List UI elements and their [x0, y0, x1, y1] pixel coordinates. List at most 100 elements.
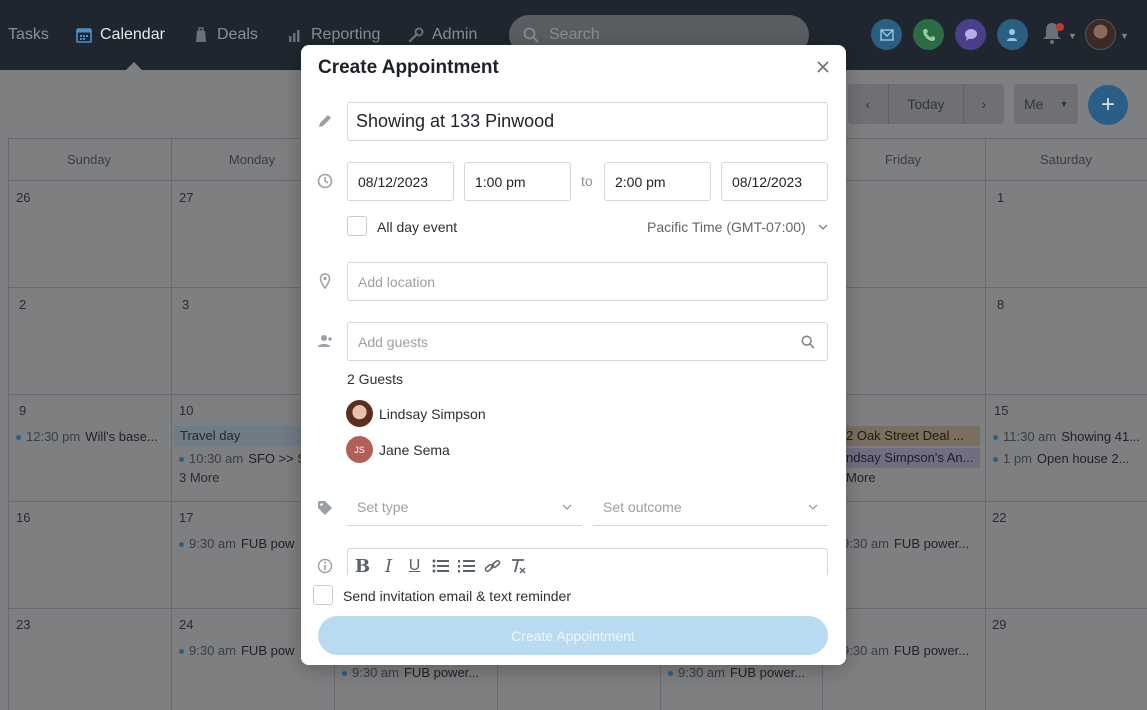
clock-icon	[317, 173, 333, 189]
all-day-checkbox[interactable]	[347, 216, 367, 236]
phone-icon	[922, 28, 935, 41]
chat-button[interactable]	[955, 19, 986, 50]
modal-title: Create Appointment	[318, 57, 499, 78]
start-date-value: 08/12/2023	[358, 173, 429, 190]
date-cell[interactable]: 22	[992, 510, 1006, 525]
deals-icon	[196, 27, 206, 42]
day-header-saturday: Saturday	[1039, 152, 1093, 167]
calendar-event[interactable]: 12:30 pm Will's base...	[16, 429, 166, 444]
phone-button[interactable]	[913, 19, 944, 50]
to-label: to	[581, 173, 593, 189]
end-time-value: 2:00 pm	[615, 173, 666, 190]
guests-input[interactable]: Add guests	[347, 322, 828, 361]
nav-calendar[interactable]: Calendar	[76, 26, 165, 44]
type-placeholder: Set type	[357, 498, 409, 515]
location-input[interactable]: Add location	[347, 262, 828, 301]
calendar-event-band[interactable]: Travel day	[174, 426, 304, 446]
event-title: Open house 2...	[1036, 451, 1130, 466]
timezone-select[interactable]: Pacific Time (GMT-07:00)	[647, 219, 828, 235]
event-dot	[342, 671, 347, 677]
calendar-event[interactable]: 9:30 am FUB power...	[342, 665, 492, 680]
guest-item[interactable]: Lindsay Simpson	[346, 400, 486, 427]
clear-format-icon[interactable]	[510, 555, 527, 577]
calendar-event[interactable]: 11:30 am Showing 41...	[993, 429, 1143, 444]
calendar-event[interactable]: 1 pm Open house 2...	[993, 451, 1143, 466]
nav-tasks-label: Tasks	[8, 26, 49, 43]
chevron-down-icon[interactable]: ▼	[1120, 31, 1129, 41]
calendar-event[interactable]: 9:30 am FUB pow	[179, 536, 301, 551]
start-date-input[interactable]: 08/12/2023	[347, 162, 454, 201]
bullet-list-icon[interactable]	[432, 555, 449, 577]
search-icon	[801, 335, 815, 349]
appointment-title-input[interactable]: Showing at 133 Pinwood	[347, 102, 828, 141]
end-time-input[interactable]: 2:00 pm	[604, 162, 711, 201]
more-events-link[interactable]: 3 More	[179, 470, 219, 485]
date-cell[interactable]: 2	[19, 297, 26, 312]
date-cell[interactable]: 3	[182, 297, 189, 312]
start-time-input[interactable]: 1:00 pm	[464, 162, 571, 201]
date-cell[interactable]: 24	[179, 617, 193, 632]
date-cell[interactable]: 26	[16, 190, 30, 205]
calendar-event-band[interactable]: ndsay Simpson's An...	[846, 448, 980, 468]
event-time: 9:30 am	[842, 536, 889, 551]
event-title: Will's base...	[85, 429, 158, 444]
outcome-select[interactable]: Set outcome	[593, 488, 828, 526]
date-cell[interactable]: 29	[992, 617, 1006, 632]
chevron-down-icon	[562, 504, 572, 510]
more-events-link[interactable]: More	[846, 470, 876, 485]
calendar-event[interactable]: 9:30 am FUB pow	[179, 643, 301, 658]
date-cell[interactable]: 9	[19, 403, 26, 418]
nav-admin[interactable]: Admin	[408, 26, 477, 44]
date-cell[interactable]: 27	[179, 190, 193, 205]
date-cell[interactable]: 1	[997, 190, 1004, 205]
guest-item[interactable]: JS Jane Sema	[346, 436, 450, 463]
search-icon	[523, 27, 539, 43]
event-title: FUB pow	[240, 643, 295, 658]
date-cell[interactable]: 16	[16, 510, 30, 525]
contacts-button[interactable]	[997, 19, 1028, 50]
bold-icon[interactable]: B	[354, 555, 371, 577]
tag-icon	[318, 501, 332, 515]
prev-month-button[interactable]: ‹	[848, 84, 888, 124]
date-cell[interactable]: 10	[179, 403, 193, 418]
end-date-value: 08/12/2023	[732, 173, 803, 190]
event-time: 12:30 pm	[26, 429, 81, 444]
day-header-sunday: Sunday	[66, 152, 112, 167]
nav-tasks[interactable]: Tasks	[8, 26, 49, 44]
event-dot	[993, 457, 998, 463]
italic-icon[interactable]: I	[380, 555, 397, 577]
nav-reporting[interactable]: Reporting	[287, 26, 380, 44]
type-select[interactable]: Set type	[347, 488, 582, 526]
end-date-input[interactable]: 08/12/2023	[721, 162, 828, 201]
event-title: FUB power...	[893, 643, 970, 658]
calendar-event[interactable]: 9:30 am FUB power...	[668, 665, 818, 680]
email-button[interactable]	[871, 19, 902, 50]
date-cell[interactable]: 15	[994, 403, 1008, 418]
underline-icon[interactable]: U	[406, 555, 423, 577]
date-cell[interactable]: 17	[179, 510, 193, 525]
notification-badge	[1056, 23, 1064, 31]
date-cell[interactable]: 8	[997, 297, 1004, 312]
assignee-select[interactable]: Me ▼	[1014, 84, 1078, 124]
guest-name: Jane Sema	[379, 441, 450, 458]
close-icon[interactable]	[814, 58, 832, 76]
nav-admin-label: Admin	[432, 26, 478, 43]
today-button[interactable]: Today	[888, 84, 964, 124]
date-cell[interactable]: 23	[16, 617, 30, 632]
user-avatar[interactable]	[1085, 19, 1116, 50]
link-icon[interactable]	[484, 555, 501, 577]
event-dot	[179, 542, 184, 548]
chevron-down-icon[interactable]: ▼	[1068, 31, 1077, 41]
event-time: 1 pm	[1003, 451, 1032, 466]
create-appointment-button[interactable]: Create Appointment	[318, 616, 828, 655]
calendar-event[interactable]: 9:30 am FUB power...	[842, 536, 982, 551]
calendar-event-band[interactable]: 2 Oak Street Deal ...	[846, 426, 980, 446]
send-invitation-checkbox[interactable]	[313, 585, 333, 605]
numbered-list-icon[interactable]	[458, 555, 475, 577]
calendar-event[interactable]: 10:30 am SFO >> S	[179, 451, 301, 466]
calendar-event[interactable]: 9:30 am FUB power...	[842, 643, 982, 658]
add-event-button[interactable]: +	[1088, 85, 1128, 125]
nav-deals[interactable]: Deals	[193, 26, 258, 44]
next-month-button[interactable]: ›	[964, 84, 1004, 124]
location-pin-icon	[319, 273, 331, 289]
